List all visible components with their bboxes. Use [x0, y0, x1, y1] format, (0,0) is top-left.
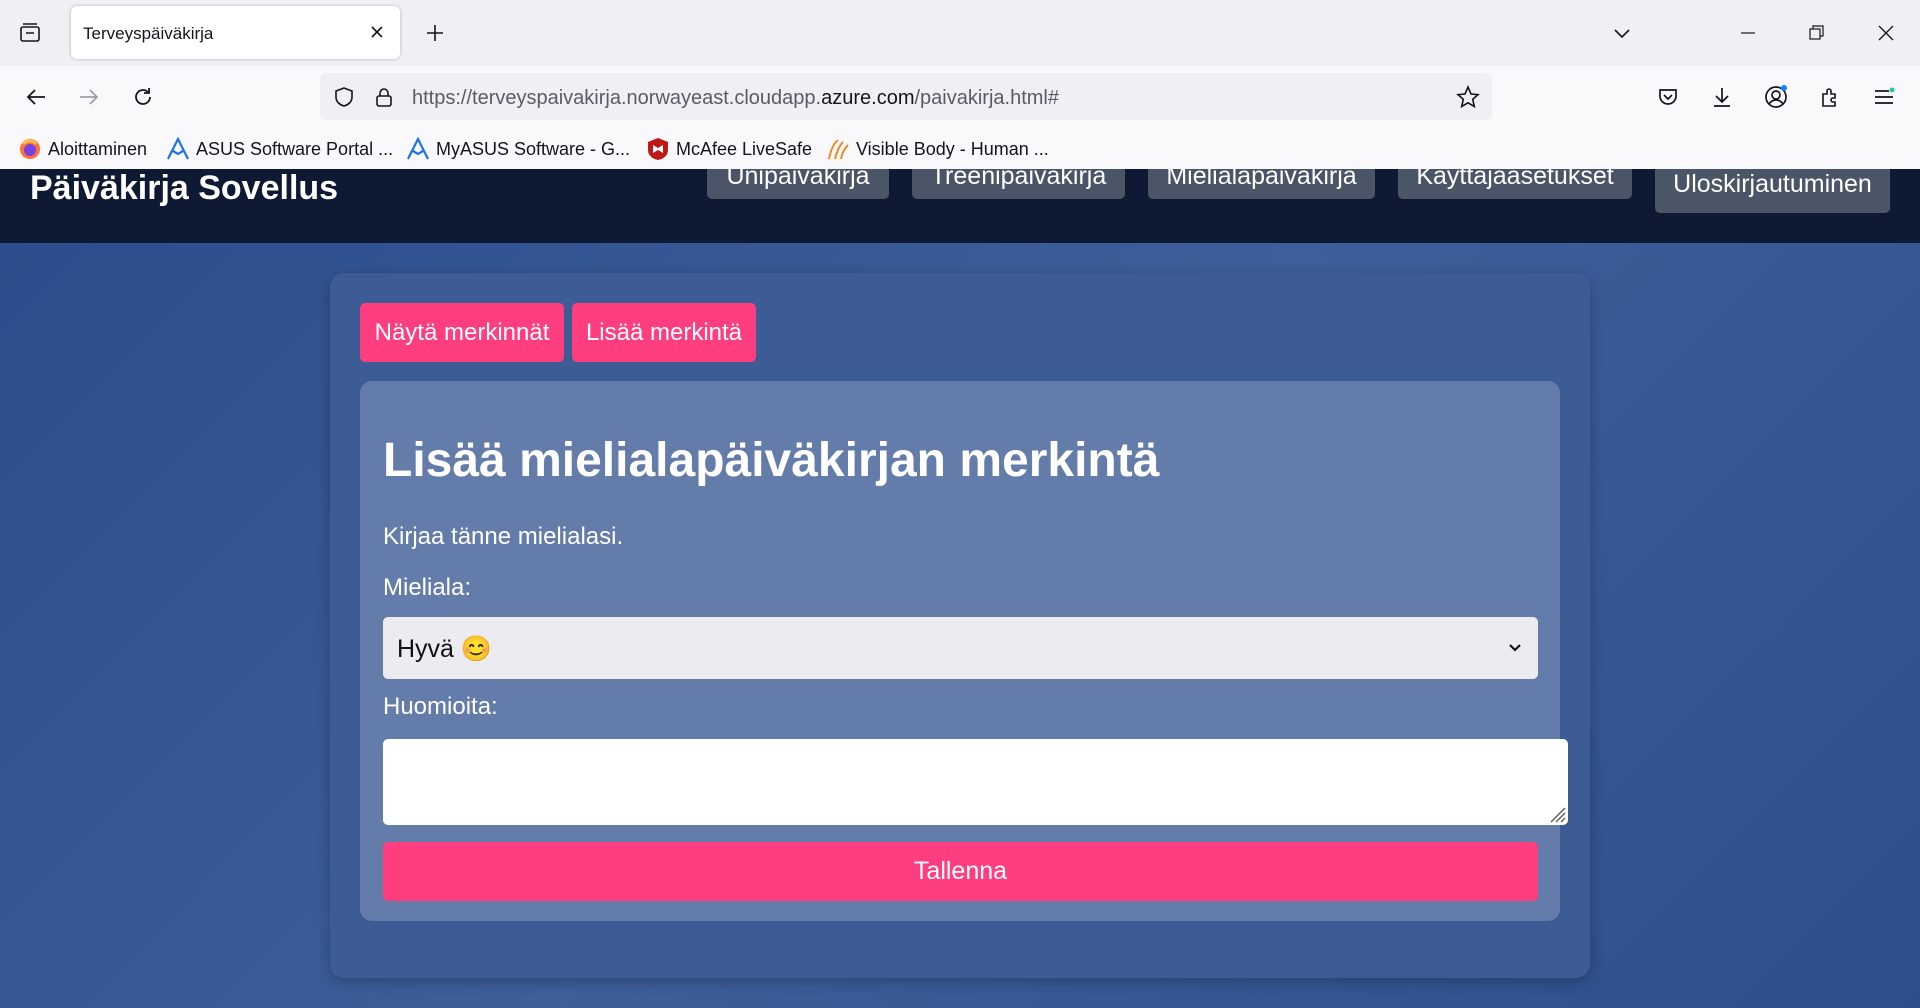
- url-text: https://terveyspaivakirja.norwayeast.clo…: [412, 87, 1059, 109]
- close-window-icon[interactable]: [1870, 17, 1902, 49]
- bookmark-item[interactable]: ASUS Software Portal ...: [166, 136, 393, 162]
- notes-label: Huomioita:: [383, 693, 498, 720]
- form-intro: Kirjaa tänne mielialasi.: [383, 523, 624, 550]
- menu-icon[interactable]: [1867, 80, 1901, 114]
- notes-textarea[interactable]: [383, 739, 1568, 825]
- bookmarks-bar: Aloittaminen ASUS Software Portal ... My…: [0, 128, 1920, 169]
- nav-training-diary[interactable]: Treenipäiväkirja: [912, 169, 1125, 199]
- browser-tab-bar: Terveyspäiväkirja: [0, 0, 1920, 66]
- asus-icon: [406, 137, 430, 161]
- nav-mood-diary[interactable]: Mielialapäiväkirja: [1148, 169, 1375, 199]
- resize-handle-icon[interactable]: [1546, 803, 1566, 823]
- add-entry-button[interactable]: Lisää merkintä: [572, 303, 756, 362]
- site-title: Päiväkirja Sovellus: [30, 169, 339, 207]
- forward-icon[interactable]: [72, 80, 106, 114]
- bookmark-star-icon[interactable]: [1454, 83, 1482, 111]
- bookmark-item[interactable]: Aloittaminen: [18, 136, 147, 162]
- account-icon[interactable]: [1759, 80, 1793, 114]
- mood-select[interactable]: Hyvä 😊: [383, 617, 1538, 679]
- reload-icon[interactable]: [126, 80, 160, 114]
- bookmark-label: Aloittaminen: [48, 138, 148, 159]
- back-icon[interactable]: [19, 80, 53, 114]
- nav-sleep-diary[interactable]: Unipäiväkirja: [707, 169, 889, 199]
- lock-icon[interactable]: [370, 83, 398, 111]
- mood-select-value: Hyvä 😊: [397, 635, 493, 663]
- save-button[interactable]: Tallenna: [383, 842, 1538, 901]
- site-header: Päiväkirja Sovellus Unipäiväkirja Treeni…: [0, 169, 1920, 243]
- mcafee-icon: [646, 137, 670, 161]
- nav-user-settings[interactable]: Käyttäjäasetukset: [1398, 169, 1632, 199]
- firefox-icon: [18, 137, 42, 161]
- chevron-down-icon: [1504, 636, 1526, 658]
- form-title: Lisää mielialapäiväkirjan merkintä: [383, 434, 1160, 487]
- bookmark-item[interactable]: MyASUS Software - G...: [406, 136, 630, 162]
- tab-list-icon[interactable]: [14, 17, 46, 49]
- visible-body-icon: [826, 137, 850, 161]
- new-tab-icon[interactable]: [420, 18, 450, 48]
- diary-card: Näytä merkinnät Lisää merkintä Lisää mie…: [330, 273, 1590, 978]
- browser-tab-active[interactable]: Terveyspäiväkirja: [71, 6, 400, 59]
- add-entry-form: Lisää mielialapäiväkirjan merkintä Kirja…: [360, 381, 1568, 921]
- logout-button[interactable]: Uloskirjautuminen: [1655, 169, 1890, 213]
- minimize-icon[interactable]: [1732, 17, 1764, 49]
- tab-overflow-chevron-icon[interactable]: [1606, 17, 1638, 49]
- bookmark-label: ASUS Software Portal ...: [196, 138, 394, 159]
- show-entries-button[interactable]: Näytä merkinnät: [360, 303, 564, 362]
- page-content: Päiväkirja Sovellus Unipäiväkirja Treeni…: [0, 169, 1920, 1008]
- tab-close-icon[interactable]: [364, 19, 390, 45]
- restore-icon[interactable]: [1800, 17, 1832, 49]
- bookmark-item[interactable]: Visible Body - Human ...: [826, 136, 1049, 162]
- mood-label: Mieliala:: [383, 574, 472, 601]
- tab-title: Terveyspäiväkirja: [83, 24, 214, 43]
- tracking-shield-icon[interactable]: [330, 83, 358, 111]
- bookmark-item[interactable]: McAfee LiveSafe: [646, 136, 812, 162]
- extensions-icon[interactable]: [1813, 80, 1847, 114]
- browser-nav-bar: https://terveyspaivakirja.norwayeast.clo…: [0, 66, 1920, 128]
- pocket-icon[interactable]: [1651, 80, 1685, 114]
- downloads-icon[interactable]: [1705, 80, 1739, 114]
- url-bar[interactable]: https://terveyspaivakirja.norwayeast.clo…: [320, 73, 1492, 120]
- bookmark-label: Visible Body - Human ...: [856, 138, 1049, 159]
- bookmark-label: McAfee LiveSafe: [676, 138, 813, 159]
- bookmark-label: MyASUS Software - G...: [436, 138, 631, 159]
- asus-icon: [166, 137, 190, 161]
